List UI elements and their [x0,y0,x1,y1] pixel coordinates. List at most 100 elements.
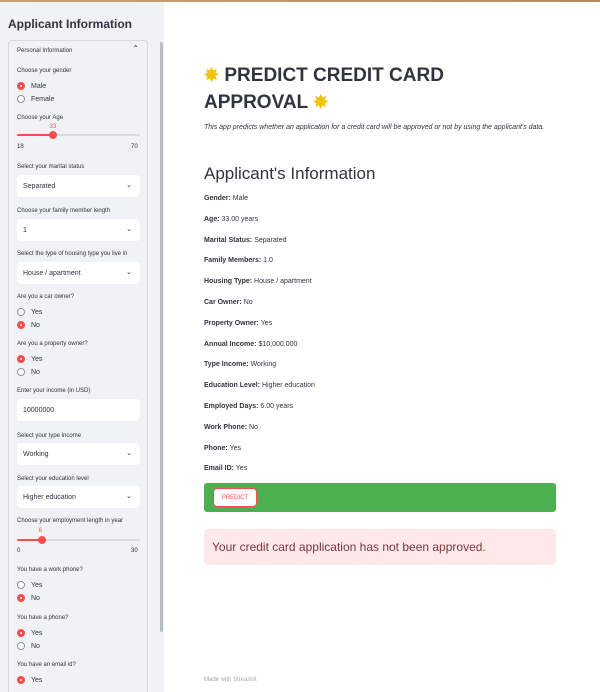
radio-label: No [31,368,40,376]
education-label: Select your education level [17,476,89,482]
select-value: 1 [23,226,27,234]
radio-label: Male [31,82,47,90]
info-value: No [249,424,258,431]
info-employed-days: Employed Days: 6.00 years [204,403,293,410]
sidebar-scrollbar[interactable] [160,42,163,632]
info-value: 6.00 years [260,403,294,410]
car-owner-no-radio[interactable]: No [17,320,40,330]
family-label: Choose your family member length [17,208,111,214]
education-select[interactable]: Higher education ⌄ [17,486,140,508]
info-key: Type Income: [204,361,249,368]
radio-unselected-icon [17,308,25,316]
radio-selected-icon [17,321,25,329]
star-icon: ✸ [313,92,329,112]
info-key: Marital Status: [204,237,253,244]
sidebar: Applicant Information Personal Informati… [0,2,164,692]
info-housing-type: Housing Type: House / apartment [204,278,312,285]
phone-no-radio[interactable]: No [17,641,40,651]
info-key: Email ID: [204,465,234,472]
work-phone-label: You have a work phone? [17,567,83,573]
info-value: Separated [254,237,287,244]
radio-label: No [31,594,40,602]
radio-selected-icon [17,594,25,602]
property-owner-label: Are you a property owner? [17,341,88,347]
age-slider-value: 33 [49,124,57,130]
radio-label: Yes [31,581,43,589]
info-value: Working [250,361,277,368]
housing-select[interactable]: House / apartment ⌄ [17,262,140,284]
age-slider-thumb[interactable] [48,131,57,139]
income-type-select[interactable]: Working ⌄ [17,443,140,465]
info-email-id: Email ID: Yes [204,465,247,472]
info-key: Employed Days: [204,403,259,410]
info-work-phone: Work Phone: No [204,424,258,431]
work-phone-no-radio[interactable]: No [17,593,40,603]
gender-label: Choose your gender [17,68,72,74]
info-key: Work Phone: [204,424,248,431]
phone-label: You have a phone? [17,615,69,621]
age-label: Choose your Age [17,115,64,121]
income-label: Enter your income (in USD) [17,388,91,394]
property-owner-no-radio[interactable]: No [17,367,40,377]
employment-label: Choose your employment length in year [17,518,124,524]
predict-container: PREDICT [204,483,556,512]
info-type-income: Type Income: Working [204,361,276,368]
sidebar-title: Applicant Information [8,17,132,31]
info-value: No [243,299,253,306]
info-marital-status: Marital Status: Separated [204,237,287,244]
radio-selected-icon [17,82,25,90]
marital-select[interactable]: Separated ⌄ [17,175,140,197]
radio-unselected-icon [17,581,25,589]
phone-yes-radio[interactable]: Yes [17,628,42,638]
info-annual-income: Annual Income: $10,000,000 [204,341,297,348]
info-value: 1.0 [263,257,273,264]
chevron-down-icon: ⌄ [126,226,132,233]
email-label: You have an email id? [17,662,76,668]
chevron-up-icon[interactable]: ⌃ [132,44,139,53]
age-slider-min: 18 [17,144,24,150]
radio-selected-icon [17,629,25,637]
select-value: Higher education [23,493,76,501]
work-phone-yes-radio[interactable]: Yes [17,580,42,590]
age-slider[interactable] [17,131,140,139]
gender-female-radio[interactable]: Female [17,94,54,104]
info-value: Yes [229,445,241,452]
radio-label: Female [31,95,55,103]
employment-slider-max: 30 [131,548,138,554]
select-value: House / apartment [23,269,81,277]
chevron-down-icon: ⌄ [126,450,132,457]
info-property-owner: Property Owner: Yes [204,320,272,327]
employment-slider-thumb[interactable] [37,536,46,544]
input-value: 10000000 [23,406,55,414]
info-key: Education Level: [204,382,261,389]
info-value: Yes [235,465,248,472]
info-gender: Gender: Male [204,195,248,202]
housing-label: Select the type of housing type you live… [17,251,128,257]
radio-label: No [31,321,40,329]
footer-made-with-streamlit[interactable]: Made with Streamlit [204,677,257,683]
predict-button[interactable]: PREDICT [213,488,257,507]
radio-label: No [31,642,40,650]
car-owner-label: Are you a car owner? [17,294,75,300]
info-family-members: Family Members: 1.0 [204,257,273,264]
info-key: Car Owner: [204,299,242,306]
chevron-down-icon: ⌄ [126,493,132,500]
info-key: Age: [204,216,220,223]
chevron-down-icon: ⌄ [126,269,132,276]
property-owner-yes-radio[interactable]: Yes [17,354,42,364]
email-yes-radio[interactable]: Yes [17,675,42,685]
radio-unselected-icon [17,642,25,650]
income-input[interactable]: 10000000 [17,399,140,421]
car-owner-yes-radio[interactable]: Yes [17,307,42,317]
info-key: Phone: [204,445,228,452]
star-icon: ✸ [204,65,220,85]
info-key: Gender: [204,195,231,202]
page-title: ✸ PREDICT CREDIT CARD APPROVAL ✸ [204,62,524,116]
family-select[interactable]: 1 ⌄ [17,219,140,241]
main-content: ✸ PREDICT CREDIT CARD APPROVAL ✸ This ap… [164,2,600,692]
radio-unselected-icon [17,368,25,376]
gender-male-radio[interactable]: Male [17,81,46,91]
radio-label: Yes [31,308,43,316]
employment-slider[interactable] [17,536,140,544]
employment-slider-min: 0 [17,548,21,554]
